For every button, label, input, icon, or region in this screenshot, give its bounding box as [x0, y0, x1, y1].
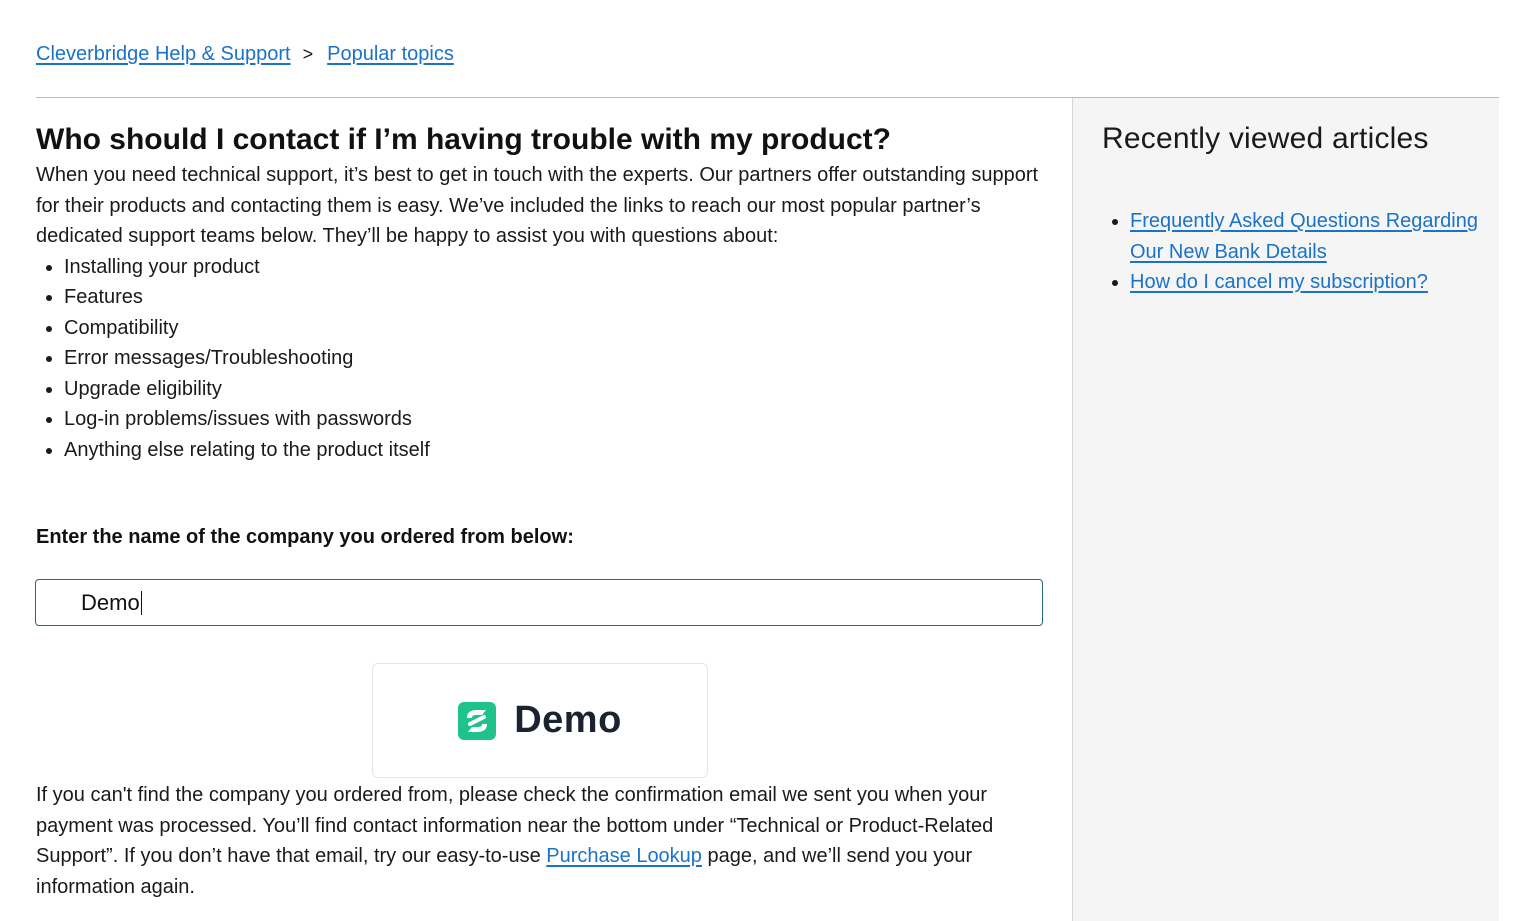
purchase-lookup-link[interactable]: Purchase Lookup	[546, 845, 702, 867]
list-item: Upgrade eligibility	[64, 374, 1046, 405]
breadcrumb-separator: >	[302, 44, 314, 64]
list-item: Compatibility	[64, 313, 1046, 344]
breadcrumb-popular-topics-link[interactable]: Popular topics	[327, 40, 454, 68]
search-input-value: Demo	[81, 589, 140, 615]
list-item: Error messages/Troubleshooting	[64, 343, 1046, 374]
list-item: Frequently Asked Questions Regarding Our…	[1130, 206, 1490, 267]
sidebar: Recently viewed articles Frequently Aske…	[1072, 98, 1499, 921]
article-intro: When you need technical support, it’s be…	[36, 164, 1039, 247]
company-search-input[interactable]: Demo	[35, 579, 1043, 626]
recent-article-link-cancel-subscription[interactable]: How do I cancel my subscription?	[1130, 271, 1428, 293]
list-item: How do I cancel my subscription?	[1130, 267, 1490, 298]
demo-logo-icon	[458, 701, 497, 740]
recent-articles-list: Frequently Asked Questions Regarding Our…	[1102, 206, 1490, 298]
list-item: Installing your product	[64, 252, 1046, 283]
help-article-page: Cleverbridge Help & Support > Popular to…	[0, 0, 1528, 921]
company-result-card[interactable]: Demo	[372, 663, 708, 778]
company-logo-text: Demo	[514, 699, 622, 741]
breadcrumb: Cleverbridge Help & Support > Popular to…	[36, 40, 454, 68]
support-topics-list: Installing your product Features Compati…	[36, 252, 1046, 466]
company-logo: Demo	[458, 699, 622, 742]
list-item: Anything else relating to the product it…	[64, 435, 1046, 466]
company-search-label: Enter the name of the company you ordere…	[36, 526, 574, 548]
fallback-instructions: If you can't find the company you ordere…	[36, 780, 1046, 902]
breadcrumb-home-link[interactable]: Cleverbridge Help & Support	[36, 40, 291, 68]
recent-article-link-bank-details[interactable]: Frequently Asked Questions Regarding Our…	[1130, 210, 1478, 263]
article-content: Who should I contact if I’m having troub…	[36, 120, 1046, 465]
list-item: Log-in problems/issues with passwords	[64, 404, 1046, 435]
list-item: Features	[64, 282, 1046, 313]
article-title: Who should I contact if I’m having troub…	[36, 123, 891, 156]
text-caret	[140, 590, 142, 615]
sidebar-title: Recently viewed articles	[1102, 122, 1429, 155]
